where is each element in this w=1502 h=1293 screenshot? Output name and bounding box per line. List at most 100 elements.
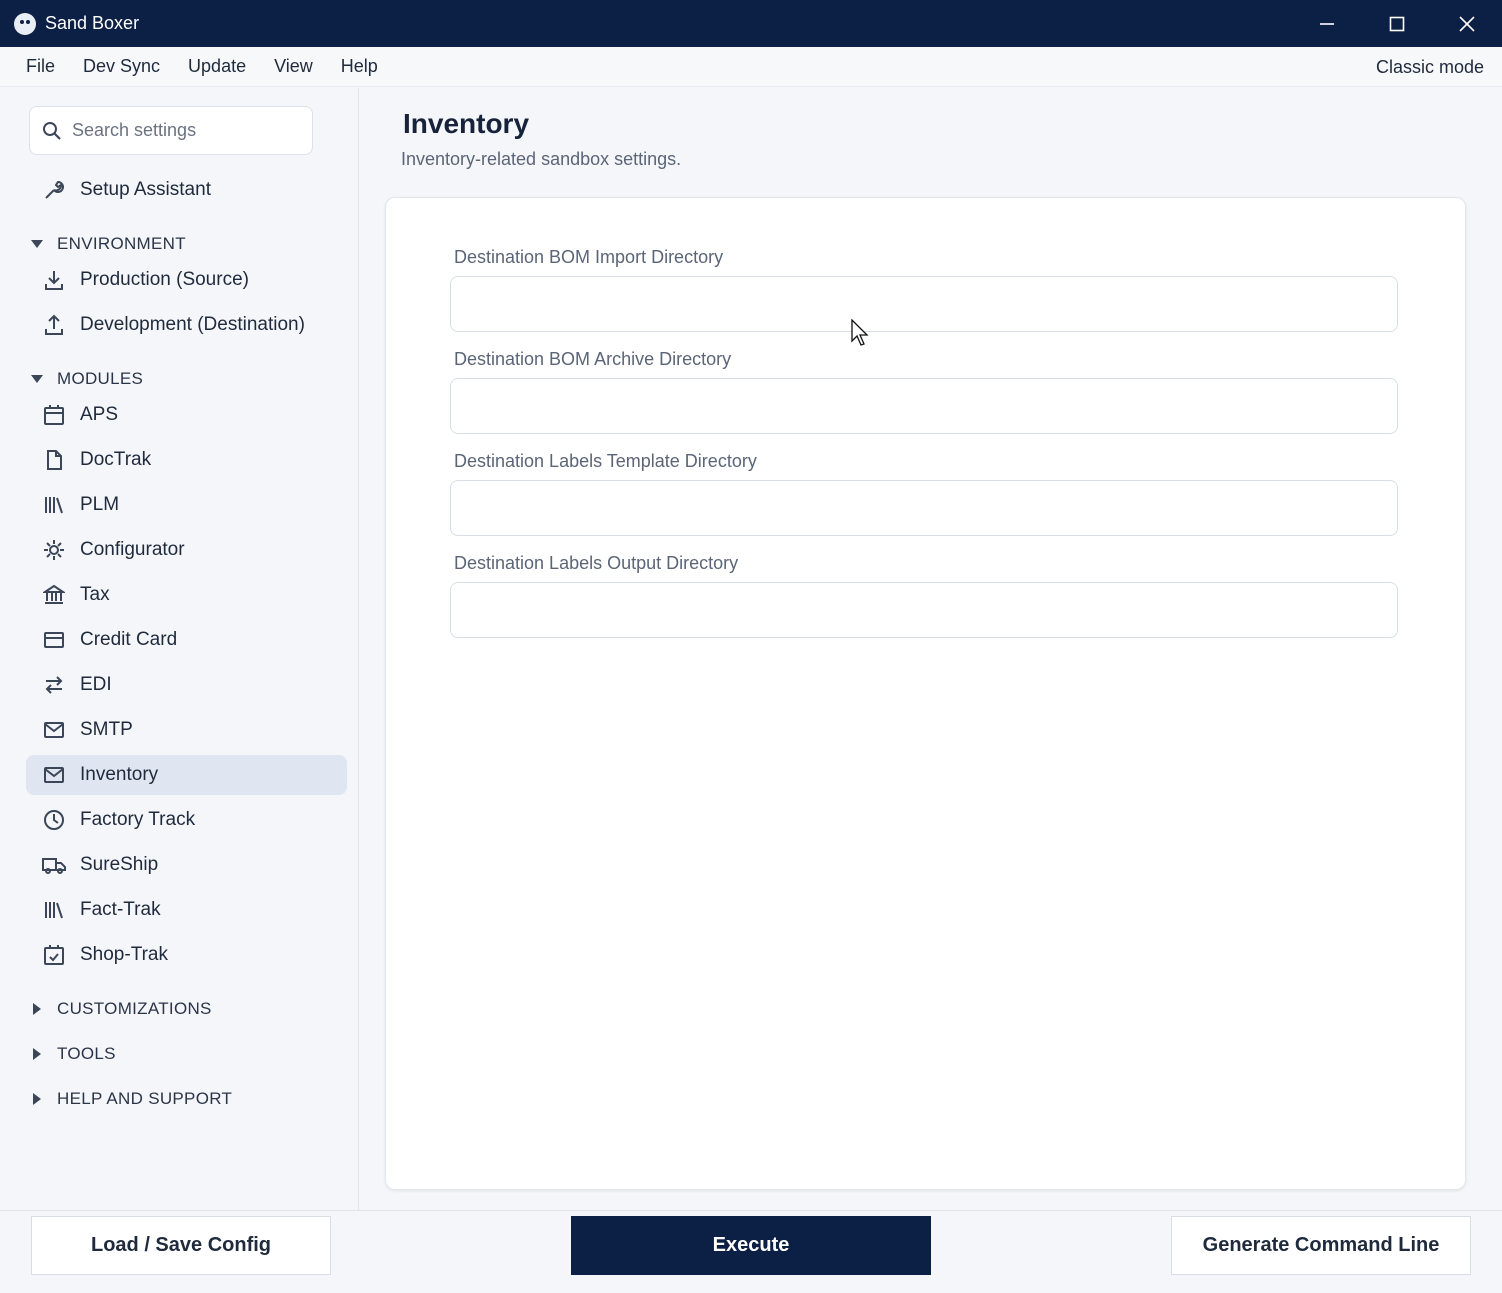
close-button[interactable] [1432, 0, 1502, 47]
wrench-icon [42, 178, 66, 202]
chevron-right-icon [30, 1093, 44, 1105]
sidebar-item-label: Shop-Trak [80, 944, 168, 965]
download-icon [42, 268, 66, 292]
sidebar-item-label: Setup Assistant [80, 179, 211, 200]
credit-card-icon [42, 628, 66, 652]
chevron-right-icon [30, 1048, 44, 1060]
sidebar-item-setup-assistant[interactable]: Setup Assistant [26, 170, 347, 210]
sidebar-item-label: Credit Card [80, 629, 178, 650]
section-label: MODULES [57, 369, 144, 388]
sidebar-item-label: DocTrak [80, 449, 152, 470]
bom-import-field[interactable] [450, 276, 1398, 332]
calendar-check-icon [42, 943, 66, 967]
load-save-config-button[interactable]: Load / Save Config [31, 1216, 331, 1275]
sidebar-item-plm[interactable]: PLM [26, 485, 347, 525]
mouse-cursor-icon [851, 319, 869, 346]
sidebar-item-factory-track[interactable]: Factory Track [26, 800, 347, 840]
sidebar-item-sureship[interactable]: SureShip [26, 845, 347, 885]
library-icon [42, 493, 66, 517]
page-subtitle: Inventory-related sandbox settings. [401, 149, 682, 169]
menu-update[interactable]: Update [174, 56, 260, 77]
search-icon [43, 121, 61, 140]
chevron-down-icon [30, 375, 44, 383]
sidebar-item-label: Configurator [80, 539, 185, 560]
sidebar-item-inventory[interactable]: Inventory [26, 755, 347, 795]
minimize-icon [1320, 22, 1334, 25]
sidebar-item-doctrak[interactable]: DocTrak [26, 440, 347, 480]
bank-icon [42, 583, 66, 607]
menu-dev-sync[interactable]: Dev Sync [69, 56, 174, 77]
sidebar-item-production[interactable]: Production (Source) [26, 260, 347, 300]
minimize-button[interactable] [1292, 0, 1362, 47]
search-box [29, 106, 313, 155]
maximize-icon [1389, 16, 1405, 31]
sidebar-item-label: Fact-Trak [80, 899, 161, 920]
window-title: Sand Boxer [45, 13, 140, 33]
sidebar-item-credit-card[interactable]: Credit Card [26, 620, 347, 660]
gear-icon [42, 538, 66, 562]
settings-card [385, 197, 1466, 1190]
mail-icon [42, 718, 66, 742]
sidebar-item-label: EDI [80, 674, 112, 695]
sidebar-item-aps[interactable]: APS [26, 395, 347, 435]
sidebar-item-label: PLM [80, 494, 120, 515]
sidebar-item-label: SureShip [80, 854, 159, 875]
menu-view[interactable]: View [260, 56, 327, 77]
section-help-and-support[interactable]: HELP AND SUPPORT [30, 1087, 232, 1111]
classic-mode-link[interactable]: Classic mode [1376, 57, 1484, 78]
labels-template-label: Destination Labels Template Directory [454, 451, 757, 471]
page-title: Inventory [403, 108, 530, 139]
section-tools[interactable]: TOOLS [30, 1042, 116, 1066]
sidebar-item-tax[interactable]: Tax [26, 575, 347, 615]
section-label: ENVIRONMENT [57, 234, 186, 253]
execute-button[interactable]: Execute [571, 1216, 931, 1275]
document-icon [42, 448, 66, 472]
swap-icon [42, 673, 66, 697]
chevron-down-icon [30, 240, 44, 248]
generate-command-line-button[interactable]: Generate Command Line [1171, 1216, 1471, 1275]
sidebar-item-smtp[interactable]: SMTP [26, 710, 347, 750]
section-modules[interactable]: MODULES [30, 367, 143, 391]
sidebar-item-label: Inventory [80, 764, 159, 785]
sidebar-item-label: APS [80, 404, 119, 425]
sidebar-item-configurator[interactable]: Configurator [26, 530, 347, 570]
close-icon [1459, 15, 1475, 32]
section-customizations[interactable]: CUSTOMIZATIONS [30, 997, 212, 1021]
bom-archive-field[interactable] [450, 378, 1398, 434]
title-bar: Sand Boxer [0, 0, 1502, 47]
section-environment[interactable]: ENVIRONMENT [30, 232, 186, 256]
labels-output-field[interactable] [450, 582, 1398, 638]
library-icon [42, 898, 66, 922]
window-controls [1292, 0, 1502, 47]
sidebar-item-shop-trak[interactable]: Shop-Trak [26, 935, 347, 975]
clock-icon [42, 808, 66, 832]
labels-template-field[interactable] [450, 480, 1398, 536]
sidebar: Setup Assistant ENVIRONMENT Production (… [0, 88, 359, 1210]
labels-output-label: Destination Labels Output Directory [454, 553, 739, 573]
upload-icon [42, 313, 66, 337]
menu-bar: File Dev Sync Update View Help Classic m… [0, 47, 1502, 87]
app-logo-icon [14, 12, 36, 35]
maximize-button[interactable] [1362, 0, 1432, 47]
section-label: CUSTOMIZATIONS [57, 999, 212, 1018]
bom-archive-label: Destination BOM Archive Directory [454, 349, 732, 369]
menu-help[interactable]: Help [327, 56, 392, 77]
sidebar-item-label: Production (Source) [80, 269, 249, 290]
section-label: HELP AND SUPPORT [57, 1089, 233, 1108]
chevron-right-icon [30, 1003, 44, 1015]
sidebar-item-label: Development (Destination) [80, 314, 305, 335]
sidebar-item-edi[interactable]: EDI [26, 665, 347, 705]
mail-icon [42, 763, 66, 787]
section-label: TOOLS [57, 1044, 116, 1063]
bom-import-label: Destination BOM Import Directory [454, 247, 724, 267]
sidebar-item-label: Factory Track [80, 809, 196, 830]
bottom-bar: Load / Save Config Execute Generate Comm… [0, 1210, 1502, 1293]
search-input[interactable] [72, 120, 292, 141]
sidebar-item-label: Tax [80, 584, 110, 605]
menu-file[interactable]: File [0, 56, 69, 77]
truck-icon [42, 853, 66, 877]
sidebar-item-fact-trak[interactable]: Fact-Trak [26, 890, 347, 930]
calendar-icon [42, 403, 66, 427]
sidebar-item-development[interactable]: Development (Destination) [26, 305, 347, 345]
sidebar-item-label: SMTP [80, 719, 133, 740]
